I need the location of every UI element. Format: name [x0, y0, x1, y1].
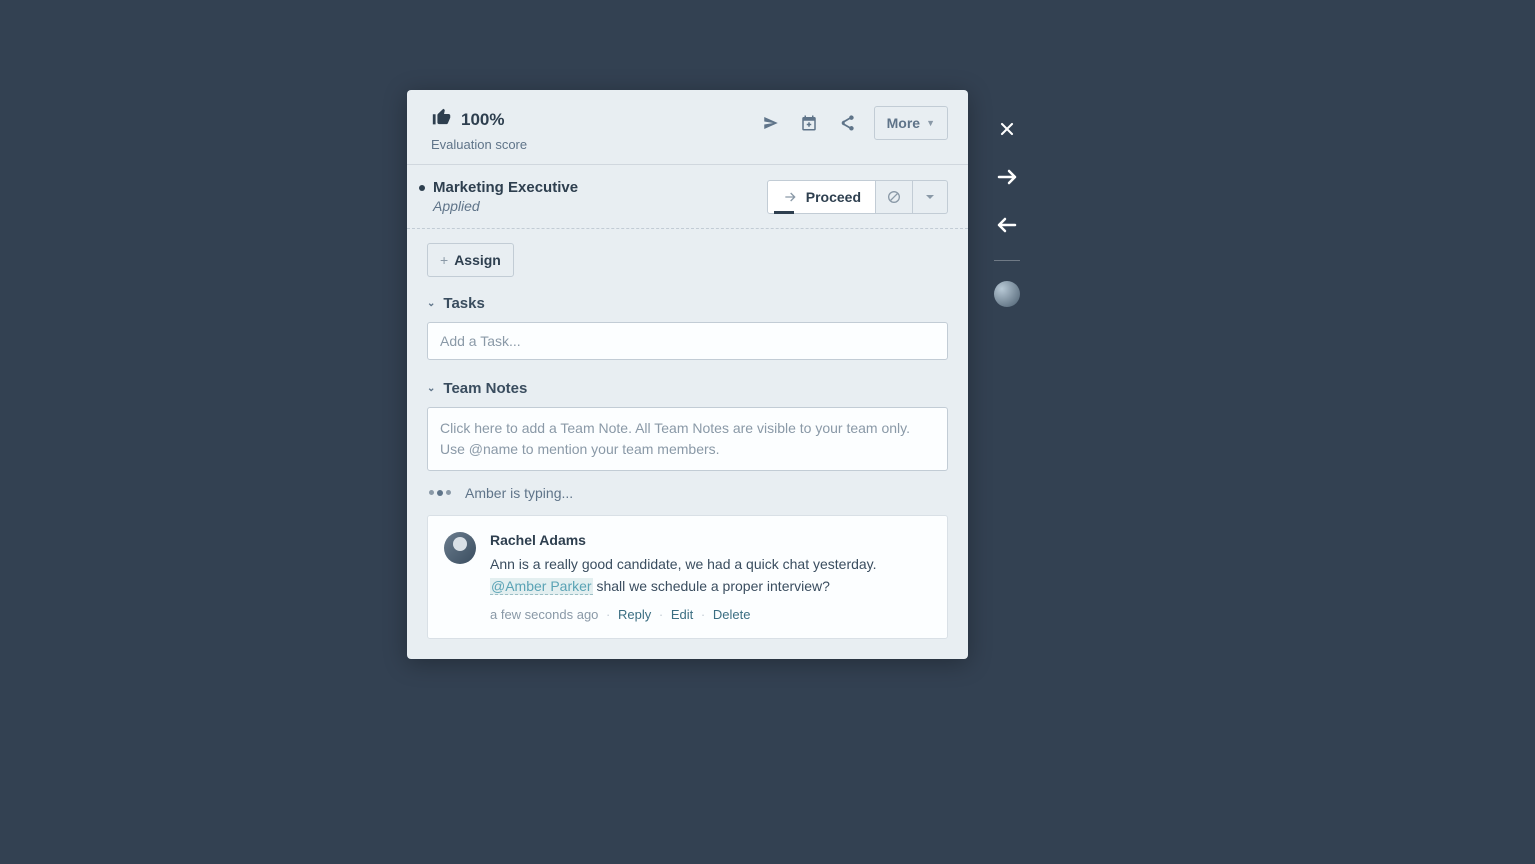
close-icon	[997, 119, 1017, 139]
caret-down-icon	[925, 192, 935, 202]
note-placeholder: Click here to add a Team Note. All Team …	[440, 420, 910, 457]
thumbs-up-icon	[431, 106, 453, 133]
avatar	[444, 532, 476, 564]
note-timestamp: a few seconds ago	[490, 607, 598, 622]
note-text-after: shall we schedule a proper interview?	[593, 578, 830, 594]
assign-label: Assign	[454, 252, 501, 268]
bullet-icon	[419, 185, 425, 191]
prev-button[interactable]	[992, 210, 1022, 240]
note-author: Rachel Adams	[490, 532, 931, 548]
tasks-header[interactable]: ⌄ Tasks	[427, 295, 948, 312]
delete-button[interactable]: Delete	[713, 607, 751, 622]
typing-indicator: Amber is typing...	[427, 485, 948, 501]
chevron-down-icon: ⌄	[427, 298, 435, 309]
typing-status: Amber is typing...	[465, 485, 573, 501]
assign-button[interactable]: + Assign	[427, 243, 514, 277]
team-notes-header[interactable]: ⌄ Team Notes	[427, 380, 948, 397]
note-content: Rachel Adams Ann is a really good candid…	[490, 532, 931, 622]
send-icon[interactable]	[754, 106, 788, 140]
chevron-down-icon: ⌄	[427, 383, 435, 394]
arrow-right-icon	[782, 189, 798, 205]
next-button[interactable]	[992, 162, 1022, 192]
edit-button[interactable]: Edit	[671, 607, 693, 622]
mention[interactable]: @Amber Parker	[490, 578, 593, 595]
tasks-title: Tasks	[443, 295, 484, 312]
score-value: 100%	[461, 110, 504, 130]
more-label: More	[887, 115, 920, 131]
note-text-before: Ann is a really good candidate, we had a…	[490, 556, 877, 572]
proceed-label: Proceed	[806, 189, 861, 205]
share-icon[interactable]	[830, 106, 864, 140]
reject-button[interactable]	[876, 180, 913, 214]
stage-row: Marketing Executive Applied Proceed	[407, 165, 968, 229]
user-avatar[interactable]	[994, 281, 1020, 307]
stage-dropdown-button[interactable]	[913, 180, 948, 214]
close-button[interactable]	[992, 114, 1022, 144]
add-note-input[interactable]: Click here to add a Team Note. All Team …	[427, 407, 948, 471]
stage-actions: Proceed	[767, 180, 948, 214]
caret-down-icon: ▼	[926, 118, 935, 128]
job-status: Applied	[433, 198, 578, 214]
job-title: Marketing Executive	[433, 179, 578, 196]
more-button[interactable]: More ▼	[874, 106, 948, 140]
reply-button[interactable]: Reply	[618, 607, 651, 622]
calendar-add-icon[interactable]	[792, 106, 826, 140]
divider	[994, 260, 1020, 261]
team-notes-title: Team Notes	[443, 380, 527, 397]
evaluation-score: 100% Evaluation score	[431, 106, 527, 152]
panel-header: 100% Evaluation score More ▼	[407, 90, 968, 165]
side-controls	[992, 114, 1022, 307]
header-actions: More ▼	[754, 106, 948, 140]
proceed-button[interactable]: Proceed	[767, 180, 876, 214]
arrow-right-icon	[995, 165, 1019, 189]
plus-icon: +	[440, 252, 448, 268]
typing-dots-icon	[429, 490, 451, 496]
score-label: Evaluation score	[431, 137, 527, 152]
candidate-panel: 100% Evaluation score More ▼ Marketin	[407, 90, 968, 659]
stage-info: Marketing Executive Applied	[431, 179, 578, 214]
add-task-input[interactable]	[427, 322, 948, 360]
note-meta: a few seconds ago · Reply · Edit · Delet…	[490, 607, 931, 622]
team-note: Rachel Adams Ann is a really good candid…	[427, 515, 948, 639]
panel-body: + Assign ⌄ Tasks ⌄ Team Notes Click here…	[407, 229, 968, 659]
note-text: Ann is a really good candidate, we had a…	[490, 554, 931, 597]
arrow-left-icon	[995, 213, 1019, 237]
block-icon	[886, 189, 902, 205]
